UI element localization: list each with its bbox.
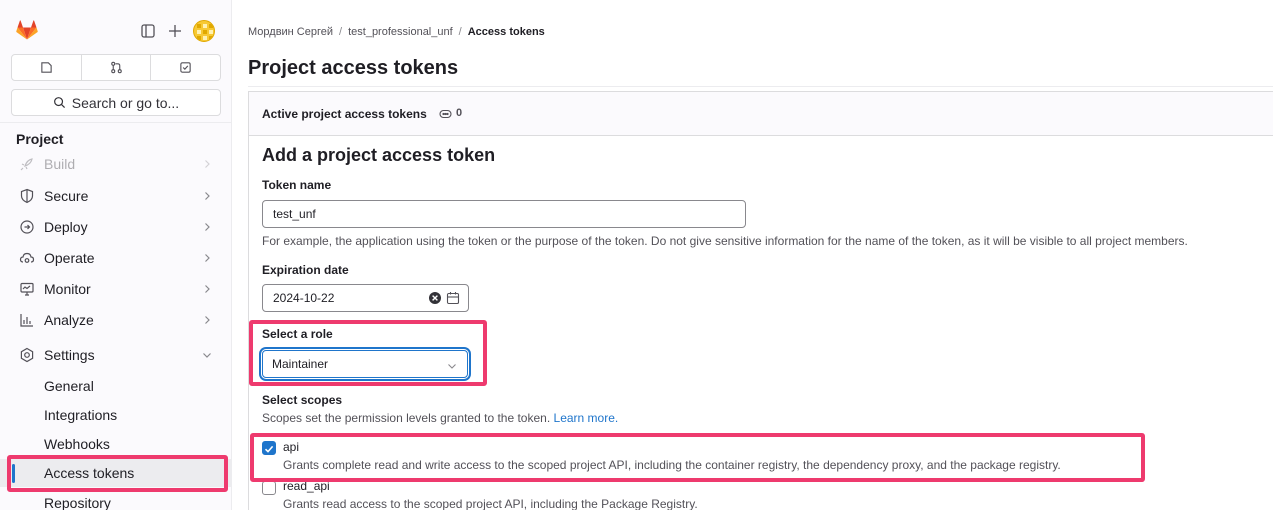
expiration-date-input[interactable]: 2024-10-22 — [262, 284, 469, 312]
chevron-right-icon — [205, 254, 210, 262]
settings-icon — [20, 347, 34, 363]
sidebar-divider — [0, 122, 232, 123]
clear-icon[interactable] — [428, 291, 442, 305]
sidebar-item-analyze[interactable]: Analyze — [0, 305, 232, 335]
add-token-form — [248, 136, 1273, 510]
breadcrumb-separator: / — [458, 26, 462, 38]
sidebar-subitem-label: Integrations — [44, 407, 118, 423]
sidebar-subitem-label: General — [44, 378, 94, 394]
sidebar-subitem-access-tokens[interactable]: Access tokens — [0, 459, 232, 487]
sidebar-subitem-label: Access tokens — [44, 465, 135, 481]
rocket-icon — [20, 158, 33, 171]
scope-read-api-label[interactable]: read_api — [283, 479, 330, 493]
sidebar-subitem-general[interactable]: General — [0, 372, 232, 400]
scope-api-description: Grants complete read and write access to… — [283, 458, 1061, 472]
sidebar-section-title: Project — [16, 131, 64, 147]
chevron-right-icon — [205, 160, 210, 168]
page-title: Project access tokens — [248, 57, 459, 79]
role-select-value: Maintainer — [272, 357, 329, 371]
sidebar-item-secure[interactable]: Secure — [0, 181, 232, 211]
chevron-right-icon — [205, 316, 210, 324]
sidebar-item-settings[interactable]: Settings — [0, 340, 232, 370]
learn-more-link[interactable]: Learn more. — [554, 411, 619, 425]
sidebar-item-label: Settings — [44, 347, 95, 363]
active-tokens-header: Active project access tokens 0 — [248, 91, 1273, 136]
token-name-value: test_unf — [273, 207, 316, 221]
sidebar-subitem-label: Repository — [44, 495, 111, 510]
role-select[interactable]: Maintainer — [262, 350, 468, 378]
sidebar-item-label: Deploy — [44, 219, 88, 235]
search-button[interactable]: Search or go to... — [11, 89, 221, 116]
sidebar: Search or go to... Project Build Secure … — [0, 0, 232, 510]
merge-requests-tab[interactable] — [82, 55, 152, 80]
search-icon — [53, 97, 65, 109]
gitlab-logo-icon[interactable] — [16, 20, 38, 40]
scopes-label: Select scopes — [262, 393, 343, 407]
sidebar-subitem-label: Webhooks — [44, 436, 110, 452]
todo-icon — [180, 62, 191, 73]
todos-tab[interactable] — [151, 55, 220, 80]
chevron-down-icon — [448, 364, 456, 369]
chevron-right-icon — [205, 192, 210, 200]
issues-tab[interactable] — [12, 55, 82, 80]
breadcrumb-project[interactable]: test_professional_unf — [348, 26, 453, 38]
breadcrumb: Мордвин Сергей / test_professional_unf /… — [248, 26, 545, 38]
sidebar-item-operate[interactable]: Operate — [0, 243, 232, 273]
deploy-icon — [20, 220, 34, 234]
token-name-help: For example, the application using the t… — [262, 234, 1188, 248]
sidebar-item-label: Operate — [44, 250, 95, 266]
token-name-label: Token name — [262, 178, 332, 192]
scopes-help-text: Scopes set the permission levels granted… — [262, 411, 551, 425]
sidebar-item-label: Monitor — [44, 281, 91, 297]
issues-icon — [41, 62, 52, 73]
chevron-down-icon — [203, 353, 211, 358]
scope-read-api-checkbox[interactable] — [262, 481, 276, 495]
chevron-right-icon — [205, 223, 210, 231]
title-divider — [248, 86, 1273, 87]
scope-read-api-description: Grants read access to the scoped project… — [283, 497, 698, 510]
sidebar-item-deploy[interactable]: Deploy — [0, 212, 232, 242]
expiration-date-label: Expiration date — [262, 263, 349, 277]
form-heading: Add a project access token — [262, 145, 496, 165]
sidebar-subitem-webhooks[interactable]: Webhooks — [0, 430, 232, 458]
sidebar-item-monitor[interactable]: Monitor — [0, 274, 232, 304]
sidebar-item-build[interactable]: Build — [0, 149, 232, 179]
avatar[interactable] — [193, 20, 215, 42]
scope-api-checkbox[interactable] — [262, 441, 276, 455]
search-label: Search or go to... — [71, 94, 180, 111]
sidebar-tabbar — [11, 54, 221, 81]
chart-icon — [20, 314, 33, 327]
breadcrumb-user[interactable]: Мордвин Сергей — [248, 26, 333, 38]
expiration-date-value: 2024-10-22 — [273, 291, 335, 305]
sidebar-subitem-repository[interactable]: Repository — [0, 489, 232, 510]
scopes-help: Scopes set the permission levels granted… — [262, 411, 618, 425]
sidebar-subitem-integrations[interactable]: Integrations — [0, 401, 232, 429]
token-name-input[interactable]: test_unf — [262, 200, 746, 228]
active-tokens-label: Active project access tokens — [262, 107, 427, 121]
check-icon — [264, 445, 274, 453]
token-icon — [439, 109, 452, 119]
chevron-right-icon — [205, 285, 210, 293]
active-tokens-count: 0 — [456, 107, 463, 119]
sidebar-item-label: Build — [44, 156, 76, 172]
shield-icon — [20, 188, 34, 204]
merge-request-icon — [110, 61, 122, 74]
monitor-icon — [20, 282, 34, 296]
role-label: Select a role — [262, 327, 333, 341]
sidebar-header — [0, 0, 232, 56]
plus-icon[interactable] — [166, 22, 184, 40]
breadcrumb-current[interactable]: Access tokens — [468, 26, 545, 38]
calendar-icon[interactable] — [446, 291, 460, 305]
breadcrumb-separator: / — [339, 26, 343, 38]
sidebar-item-label: Analyze — [44, 312, 94, 328]
scope-api-label[interactable]: api — [283, 440, 299, 454]
cloud-icon — [19, 252, 35, 263]
sidebar-item-label: Secure — [44, 188, 89, 204]
sidebar-toggle-icon[interactable] — [139, 22, 157, 40]
